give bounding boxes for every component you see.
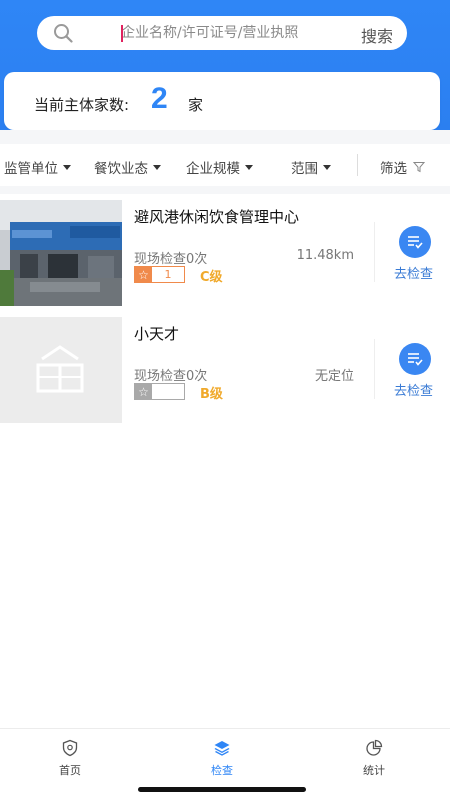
filter-label: 企业规模: [186, 161, 240, 177]
search-button[interactable]: 搜索: [361, 23, 393, 47]
rating-badge: ☆: [134, 383, 185, 400]
store-distance: 11.48km: [296, 248, 354, 263]
grade-label: C级: [200, 270, 223, 285]
section-divider: [0, 130, 450, 144]
pie-chart-icon: [366, 739, 383, 756]
go-inspect-button[interactable]: 去检查: [394, 380, 433, 399]
tab-label: 统计: [363, 764, 385, 777]
tab-label: 检查: [211, 764, 233, 777]
filter-range[interactable]: 范围: [291, 157, 331, 177]
store-name: 避风港休闲饮食管理中心: [134, 208, 300, 226]
rating-badge: ☆ 1: [134, 266, 185, 283]
shield-icon: [62, 739, 78, 757]
store-name: 小天才: [134, 325, 180, 343]
item-separator: [374, 222, 375, 282]
text-cursor: [121, 25, 123, 42]
entity-count-value: 2: [151, 82, 168, 115]
store-distance: 无定位: [314, 369, 354, 384]
search-bar[interactable]: 搜索: [37, 16, 407, 50]
search-input[interactable]: [121, 21, 376, 45]
placeholder-photo: [0, 317, 122, 423]
entity-count-label: 当前主体家数:: [34, 96, 130, 114]
filter-label: 筛选: [380, 161, 407, 177]
filter-enterprise-scale[interactable]: 企业规模: [186, 157, 253, 177]
filter-bar: 监管单位 餐饮业态 企业规模 范围 筛选: [0, 144, 450, 186]
home-indicator: [138, 787, 306, 792]
star-icon: ☆: [135, 384, 152, 399]
filter-label: 范围: [291, 161, 318, 177]
grade-label: B级: [200, 387, 223, 402]
dropdown-arrow-icon: [153, 164, 161, 170]
inspect-list-icon[interactable]: [399, 343, 431, 375]
list-item[interactable]: 小天才 现场检查0次 无定位 ☆ B级 去检查: [0, 317, 450, 423]
tab-label: 首页: [59, 764, 81, 777]
filter-screen-button[interactable]: 筛选: [380, 157, 425, 177]
item-separator: [374, 339, 375, 399]
inspect-list-icon[interactable]: [399, 226, 431, 258]
tab-home[interactable]: 首页: [40, 739, 100, 778]
store-photo: [0, 200, 122, 306]
list-item[interactable]: 避风港休闲饮食管理中心 现场检查0次 11.48km ☆ 1 C级 去检查: [0, 200, 450, 306]
tab-inspect[interactable]: 检查: [192, 739, 252, 778]
dropdown-arrow-icon: [245, 164, 253, 170]
filter-label: 监管单位: [4, 161, 58, 177]
entity-count-card: 当前主体家数: 2 家: [4, 72, 440, 130]
star-icon: ☆: [135, 267, 152, 282]
filter-supervision-unit[interactable]: 监管单位: [4, 157, 71, 177]
inspection-count: 现场检查0次: [134, 369, 208, 384]
funnel-icon: [413, 162, 425, 173]
filter-separator: [357, 154, 358, 176]
tab-statistics[interactable]: 统计: [344, 739, 404, 778]
layers-icon: [214, 741, 230, 756]
rating-count: 1: [164, 268, 172, 281]
dropdown-arrow-icon: [323, 164, 331, 170]
filter-catering-type[interactable]: 餐饮业态: [94, 157, 161, 177]
section-divider: [0, 186, 450, 194]
filter-label: 餐饮业态: [94, 161, 148, 177]
dropdown-arrow-icon: [63, 164, 71, 170]
inspection-count: 现场检查0次: [134, 252, 208, 267]
go-inspect-button[interactable]: 去检查: [394, 263, 433, 282]
search-icon: [54, 24, 73, 43]
entity-count-unit: 家: [188, 96, 204, 114]
